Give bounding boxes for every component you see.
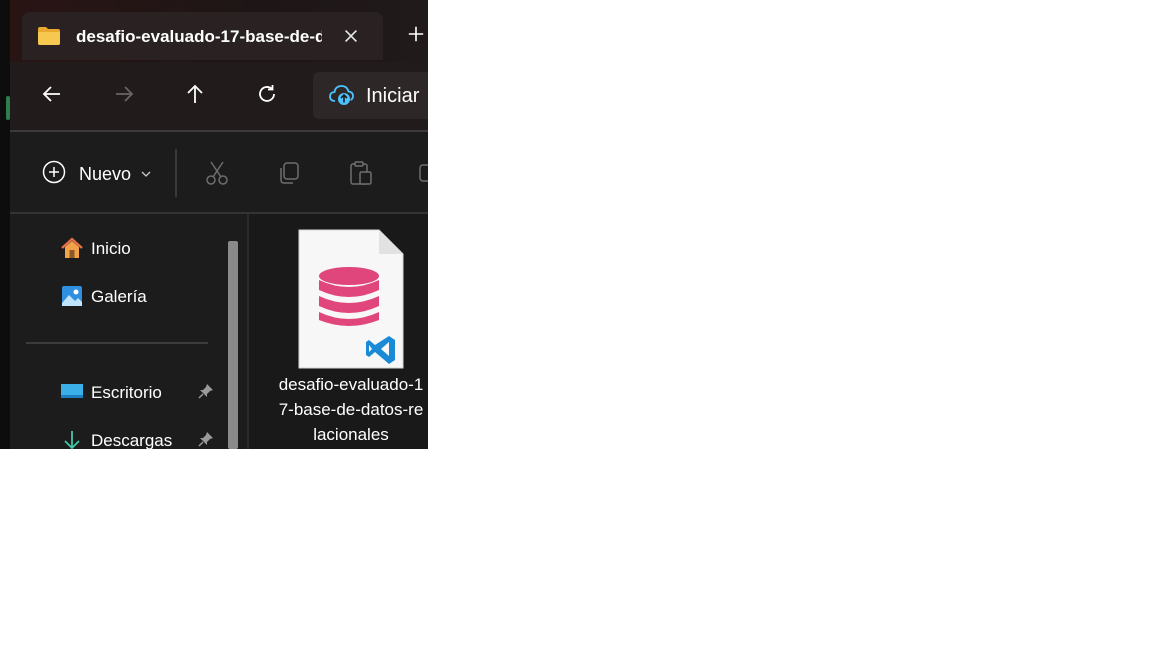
back-button[interactable]: [34, 78, 70, 114]
sidebar-item-label: Descargas: [91, 431, 173, 449]
pin-icon[interactable]: [198, 431, 214, 447]
up-button[interactable]: [177, 78, 213, 114]
paste-icon[interactable]: [348, 160, 374, 186]
rename-icon[interactable]: [418, 160, 428, 186]
sidebar-item-descargas[interactable]: Descargas: [60, 426, 230, 449]
file-item[interactable]: desafio-evaluado-17-base-de-datos-relaci…: [277, 228, 427, 449]
new-button[interactable]: Nuevo: [40, 159, 155, 189]
sidebar-item-label: Escritorio: [91, 383, 162, 402]
plus-icon[interactable]: [405, 24, 427, 48]
file-explorer-window: desafio-evaluado-17-base-de-datos-relaci…: [0, 0, 428, 449]
command-bar: Nuevo: [10, 132, 428, 214]
close-icon[interactable]: [340, 24, 362, 48]
sidebar-item-inicio[interactable]: Inicio: [60, 234, 230, 264]
new-button-label: Nuevo: [79, 164, 132, 184]
navigation-bar: Iniciar: [10, 62, 428, 130]
cloud-upload-icon: [329, 84, 355, 106]
copy-icon[interactable]: [276, 160, 302, 186]
sidebar-item-label: Galería: [91, 287, 147, 306]
gallery-icon: [60, 284, 84, 308]
download-icon: [60, 428, 84, 449]
scrollbar-thumb[interactable]: [228, 241, 238, 449]
arrow-right-icon: [113, 83, 135, 110]
tab-title: desafio-evaluado-17-base-de-datos-relaci…: [76, 27, 322, 46]
sidebar-item-galeria[interactable]: Galería: [60, 282, 230, 312]
forward-button[interactable]: [106, 78, 142, 114]
sidebar-item-label: Inicio: [91, 239, 131, 258]
navigation-pane: Inicio Galería Escritorio Descargas: [10, 214, 247, 449]
refresh-icon: [256, 83, 278, 110]
plus-circle-icon: [42, 160, 66, 184]
database-file-vscode-icon: [297, 228, 405, 370]
arrow-left-icon: [41, 83, 63, 110]
address-text: Iniciar: [366, 85, 420, 107]
refresh-button[interactable]: [249, 78, 285, 114]
toolbar-separator: [175, 149, 177, 197]
address-bar[interactable]: Iniciar: [313, 72, 428, 119]
chevron-down-icon: [140, 167, 152, 179]
file-list-pane: desafio-evaluado-17-base-de-datos-relaci…: [249, 214, 428, 449]
folder-icon: [37, 26, 61, 46]
window-edge: [0, 0, 10, 449]
cut-icon[interactable]: [204, 160, 230, 186]
desktop-icon: [60, 380, 84, 404]
file-name: desafio-evaluado-17-base-de-datos-relaci…: [278, 375, 424, 444]
title-bar: desafio-evaluado-17-base-de-datos-relaci…: [0, 0, 428, 62]
divider: [26, 342, 208, 344]
sidebar-item-escritorio[interactable]: Escritorio: [60, 378, 230, 408]
arrow-up-icon: [184, 83, 206, 110]
tab-active[interactable]: desafio-evaluado-17-base-de-datos-relaci…: [22, 12, 383, 60]
pin-icon[interactable]: [198, 383, 214, 399]
home-icon: [60, 236, 84, 260]
